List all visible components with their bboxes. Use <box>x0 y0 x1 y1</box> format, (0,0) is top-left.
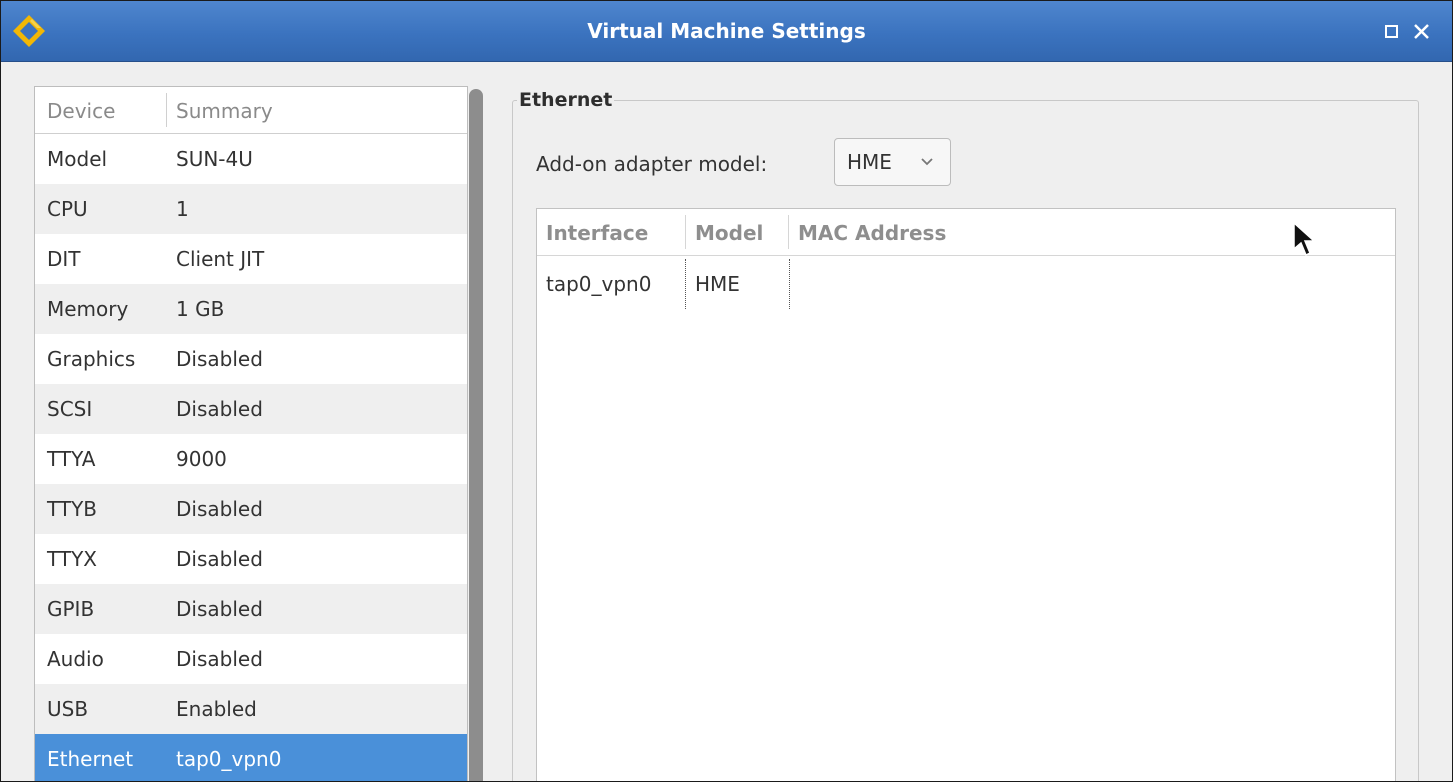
device-row-scsi[interactable]: SCSI Disabled <box>35 384 467 434</box>
maximize-button[interactable] <box>1379 17 1405 45</box>
scrollbar-thumb[interactable] <box>469 89 483 781</box>
column-header-model[interactable]: Model <box>695 209 763 255</box>
chevron-down-icon <box>921 158 933 166</box>
device-row-usb[interactable]: USB Enabled <box>35 684 467 734</box>
device-row-model[interactable]: Model SUN-4U <box>35 134 467 184</box>
device-name: Ethernet <box>47 747 134 771</box>
device-row-ttyx[interactable]: TTYX Disabled <box>35 534 467 584</box>
device-summary: Disabled <box>176 497 263 521</box>
column-header-summary[interactable]: Summary <box>176 87 273 135</box>
device-row-cpu[interactable]: CPU 1 <box>35 184 467 234</box>
device-name: TTYA <box>47 447 96 471</box>
device-name: DIT <box>47 247 81 271</box>
device-name: USB <box>47 697 89 721</box>
device-row-ttyb[interactable]: TTYB Disabled <box>35 484 467 534</box>
adapter-model-select[interactable]: HME <box>834 138 951 186</box>
column-divider <box>166 93 167 127</box>
device-summary: 1 <box>176 197 189 221</box>
device-name: TTYB <box>47 497 98 521</box>
column-header-interface[interactable]: Interface <box>546 209 648 255</box>
device-name: Model <box>47 147 108 171</box>
device-summary: 9000 <box>176 447 227 471</box>
device-summary: tap0_vpn0 <box>176 747 282 771</box>
device-name: CPU <box>47 197 88 221</box>
column-header-mac-address[interactable]: MAC Address <box>798 209 946 255</box>
device-summary: 1 GB <box>176 297 225 321</box>
device-name: GPIB <box>47 597 95 621</box>
column-divider <box>788 215 789 249</box>
cell-divider <box>789 259 790 309</box>
cell-divider <box>685 259 686 309</box>
device-name: Memory <box>47 297 129 321</box>
device-list-scrollbar[interactable] <box>469 89 483 781</box>
device-summary: Client JIT <box>176 247 265 271</box>
close-icon <box>1414 24 1429 39</box>
device-summary: SUN-4U <box>176 147 253 171</box>
device-row-dit[interactable]: DIT Client JIT <box>35 234 467 284</box>
device-rows: Model SUN-4U CPU 1 DIT Client JIT Memory 1 G… <box>35 134 467 781</box>
device-row-gpib[interactable]: GPIB Disabled <box>35 584 467 634</box>
device-name: SCSI <box>47 397 93 421</box>
device-list-header: Device Summary <box>35 87 467 134</box>
device-summary: Enabled <box>176 697 257 721</box>
device-row-ethernet[interactable]: Ethernet tap0_vpn0 <box>35 734 467 781</box>
window-title: Virtual Machine Settings <box>587 19 866 43</box>
device-summary: Disabled <box>176 547 263 571</box>
device-summary: Disabled <box>176 647 263 671</box>
title-bar[interactable]: Virtual Machine Settings <box>1 1 1452 62</box>
device-summary: Disabled <box>176 397 263 421</box>
device-list[interactable]: Device Summary Model SUN-4U CPU 1 DIT Clien… <box>34 86 468 781</box>
adapter-model-value: HME <box>847 150 892 174</box>
adapter-model-label: Add-on adapter model: <box>536 152 768 176</box>
mouse-pointer-icon <box>1293 222 1316 257</box>
column-header-device[interactable]: Device <box>47 87 115 135</box>
vm-settings-window: Virtual Machine Settings Device Summary … <box>0 0 1453 782</box>
close-button[interactable] <box>1409 17 1435 45</box>
maximize-icon <box>1385 25 1398 38</box>
device-summary: Disabled <box>176 347 263 371</box>
interface-cell: tap0_vpn0 <box>546 272 652 296</box>
device-name: TTYX <box>47 547 97 571</box>
device-row-memory[interactable]: Memory 1 GB <box>35 284 467 334</box>
column-divider <box>685 215 686 249</box>
interface-table[interactable]: Interface Model MAC Address tap0_vpn0 HM… <box>536 208 1396 781</box>
device-name: Audio <box>47 647 104 671</box>
device-row-audio[interactable]: Audio Disabled <box>35 634 467 684</box>
table-header-divider <box>537 255 1395 256</box>
device-row-graphics[interactable]: Graphics Disabled <box>35 334 467 384</box>
device-row-ttya[interactable]: TTYA 9000 <box>35 434 467 484</box>
device-summary: Disabled <box>176 597 263 621</box>
model-cell: HME <box>695 272 740 296</box>
ethernet-group-title: Ethernet <box>517 85 615 115</box>
device-name: Graphics <box>47 347 136 371</box>
